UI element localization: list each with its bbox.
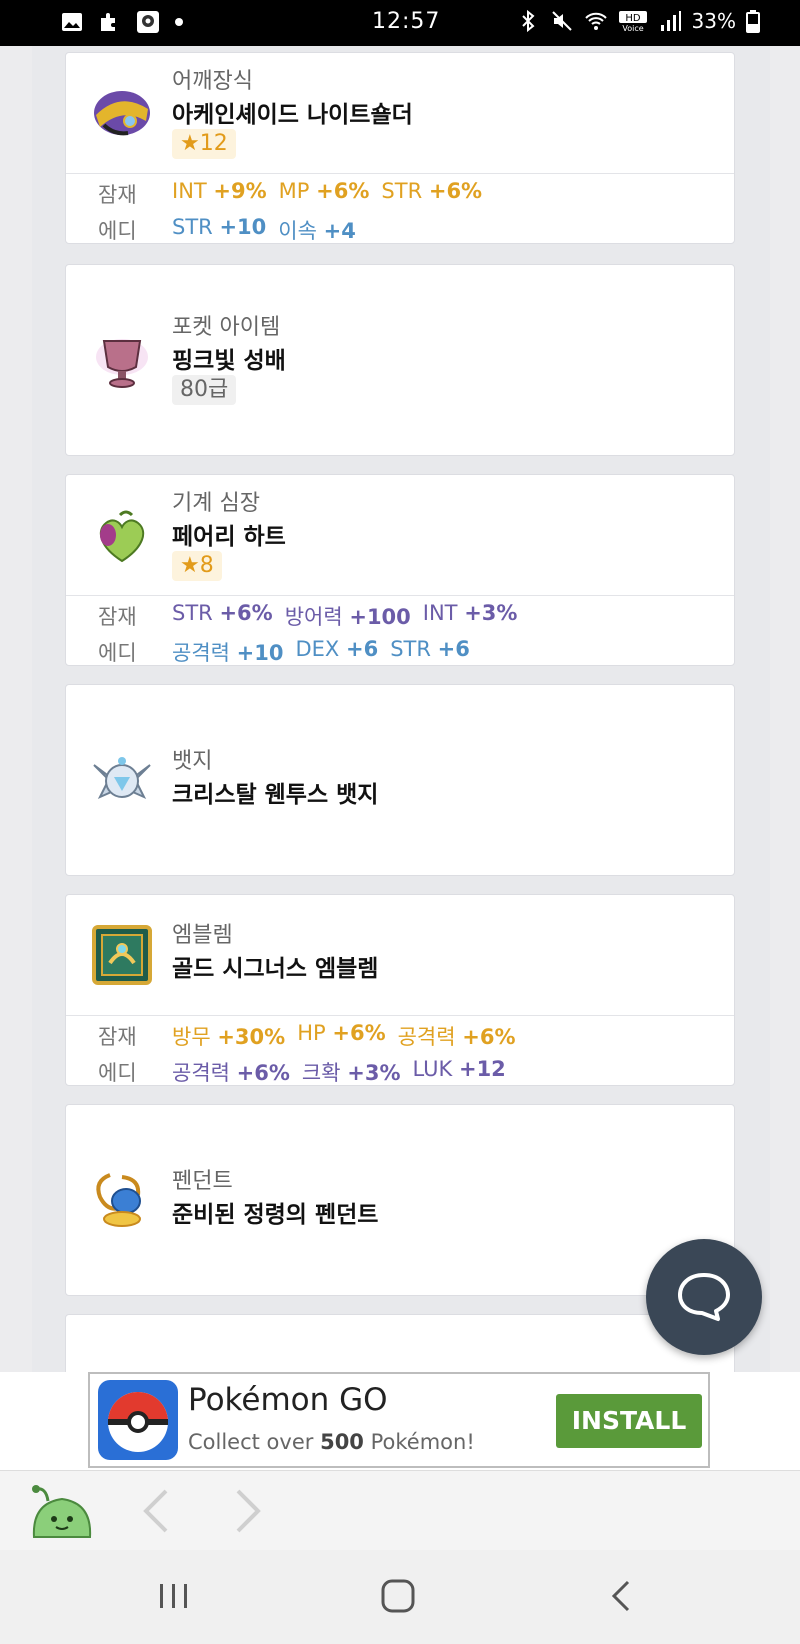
equipment-card[interactable]: 뱃지 크리스탈 웬투스 뱃지 xyxy=(65,684,735,876)
item-type: 엠블렘 xyxy=(172,923,233,948)
item-type: 어깨장식 xyxy=(172,69,253,94)
item-name: 크리스탈 웬투스 뱃지 xyxy=(172,782,379,808)
signal-icon xyxy=(660,11,681,31)
back-arrow-icon[interactable] xyxy=(136,1485,176,1537)
slime-mascot-icon[interactable] xyxy=(28,1483,96,1543)
equipment-card[interactable]: 엠블렘 골드 시그너스 엠블렘 잠재 방무 +30% HP +6% 공격력 +6… xyxy=(65,894,735,1086)
equipment-card[interactable]: 기계 심장 페어리 하트 ★8 잠재 STR +6% 방어력 +100 INT … xyxy=(65,474,735,666)
additional-potential-row: 에디 STR +10 이속 +4 xyxy=(66,211,734,243)
ad-subtitle: Collect over 500 Pokémon! xyxy=(188,1430,475,1454)
pendant-item-icon xyxy=(96,1173,141,1227)
potential-row: 잠재 방무 +30% HP +6% 공격력 +6% xyxy=(66,1017,734,1051)
item-name: 아케인셰이드 나이트숄더 xyxy=(172,102,413,128)
equipment-card[interactable]: 어깨장식 아케인셰이드 나이트숄더 ★12 잠재 INT +9% MP +6% … xyxy=(65,52,735,244)
battery-percent: 33% xyxy=(691,9,736,33)
potential-option: HP +6% xyxy=(297,1021,386,1045)
additional-option: STR +6 xyxy=(390,637,470,661)
puzzle-icon xyxy=(101,13,115,31)
status-bar: 12:57 HD Voice 33% xyxy=(0,0,800,46)
ad-frame[interactable]: Pokémon GO Collect over 500 Pokémon! INS… xyxy=(88,1372,710,1468)
additional-option: 공격력 +6% xyxy=(172,1061,290,1085)
home-icon[interactable] xyxy=(380,1578,416,1614)
additional-label: 에디 xyxy=(98,219,137,243)
ad-title: Pokémon GO xyxy=(188,1382,388,1418)
badge-item-icon xyxy=(93,757,151,800)
chat-bubble-icon xyxy=(678,1273,730,1321)
potential-label: 잠재 xyxy=(98,183,137,207)
potential-option: 방어력 +100 xyxy=(284,605,411,629)
recent-apps-icon[interactable] xyxy=(156,1578,192,1614)
item-type: 기계 심장 xyxy=(172,491,260,516)
divider xyxy=(66,595,734,596)
additional-label: 에디 xyxy=(98,1061,137,1085)
equipment-list[interactable]: 어깨장식 아케인셰이드 나이트숄더 ★12 잠재 INT +9% MP +6% … xyxy=(32,46,770,1372)
system-back-icon[interactable] xyxy=(604,1578,640,1614)
potential-option: STR +6% xyxy=(172,601,273,625)
potential-option: STR +6% xyxy=(381,179,483,203)
item-type: 포켓 아이템 xyxy=(172,315,281,340)
additional-label: 에디 xyxy=(98,641,137,665)
additional-option: DEX +6 xyxy=(295,637,379,661)
additional-potential-row: 에디 공격력 +10 DEX +6 STR +6 xyxy=(66,633,734,665)
heart-item-icon xyxy=(99,510,145,563)
potential-row: 잠재 INT +9% MP +6% STR +6% xyxy=(66,175,734,209)
additional-option: 크확 +3% xyxy=(301,1061,401,1085)
mute-icon xyxy=(551,11,572,31)
equipment-card[interactable] xyxy=(65,1314,735,1372)
level-badge: 80급 xyxy=(172,375,237,405)
equipment-card[interactable]: 펜던트 준비된 정령의 펜던트 xyxy=(65,1104,735,1296)
shoulder-item-icon xyxy=(94,91,150,136)
additional-option: 공격력 +10 xyxy=(172,641,284,665)
starforce-badge: ★8 xyxy=(172,551,222,581)
gallery-icon xyxy=(62,13,82,31)
emblem-item-icon xyxy=(92,925,152,985)
starforce-badge: ★12 xyxy=(172,129,236,159)
ad-banner[interactable]: Pokémon GO Collect over 500 Pokémon! INS… xyxy=(0,1372,800,1470)
install-button[interactable]: INSTALL xyxy=(556,1394,702,1448)
chat-button[interactable] xyxy=(646,1239,762,1355)
hd-voice-icon: HDVoice xyxy=(618,11,647,33)
forward-arrow-icon[interactable] xyxy=(228,1485,268,1537)
divider xyxy=(66,173,734,174)
app-notification-icon xyxy=(137,11,159,33)
potential-row: 잠재 STR +6% 방어력 +100 INT +3% xyxy=(66,597,734,631)
potential-option: INT +9% xyxy=(172,179,267,203)
additional-option: 이속 +4 xyxy=(278,219,356,243)
wifi-icon xyxy=(584,12,607,30)
item-name: 페어리 하트 xyxy=(172,524,286,550)
potential-label: 잠재 xyxy=(98,605,137,629)
divider xyxy=(66,1015,734,1016)
svg-text:Voice: Voice xyxy=(622,24,643,33)
potential-option: 공격력 +6% xyxy=(397,1025,516,1049)
app-nav-bar xyxy=(0,1470,800,1551)
more-notifications-dot-icon xyxy=(175,18,183,26)
battery-icon xyxy=(746,10,760,33)
item-name: 골드 시그너스 엠블렘 xyxy=(172,956,379,982)
potential-option: MP +6% xyxy=(278,179,370,203)
bluetooth-icon xyxy=(521,9,535,33)
additional-potential-row: 에디 공격력 +6% 크확 +3% LUK +12 xyxy=(66,1053,734,1085)
additional-option: STR +10 xyxy=(172,215,267,239)
pokeball-logo-icon xyxy=(98,1380,178,1460)
svg-text:HD: HD xyxy=(625,13,641,24)
item-name: 핑크빛 성배 xyxy=(172,348,286,374)
potential-label: 잠재 xyxy=(98,1025,137,1049)
clock: 12:57 xyxy=(372,9,441,34)
item-type: 펜던트 xyxy=(172,1169,233,1194)
chalice-item-icon xyxy=(96,339,148,388)
item-name: 준비된 정령의 펜던트 xyxy=(172,1202,379,1228)
potential-option: INT +3% xyxy=(422,601,518,625)
equipment-card[interactable]: 포켓 아이템 핑크빛 성배 80급 xyxy=(65,264,735,456)
additional-option: LUK +12 xyxy=(412,1057,506,1081)
system-nav-bar xyxy=(0,1550,800,1644)
potential-option: 방무 +30% xyxy=(172,1025,286,1049)
item-type: 뱃지 xyxy=(172,749,213,774)
